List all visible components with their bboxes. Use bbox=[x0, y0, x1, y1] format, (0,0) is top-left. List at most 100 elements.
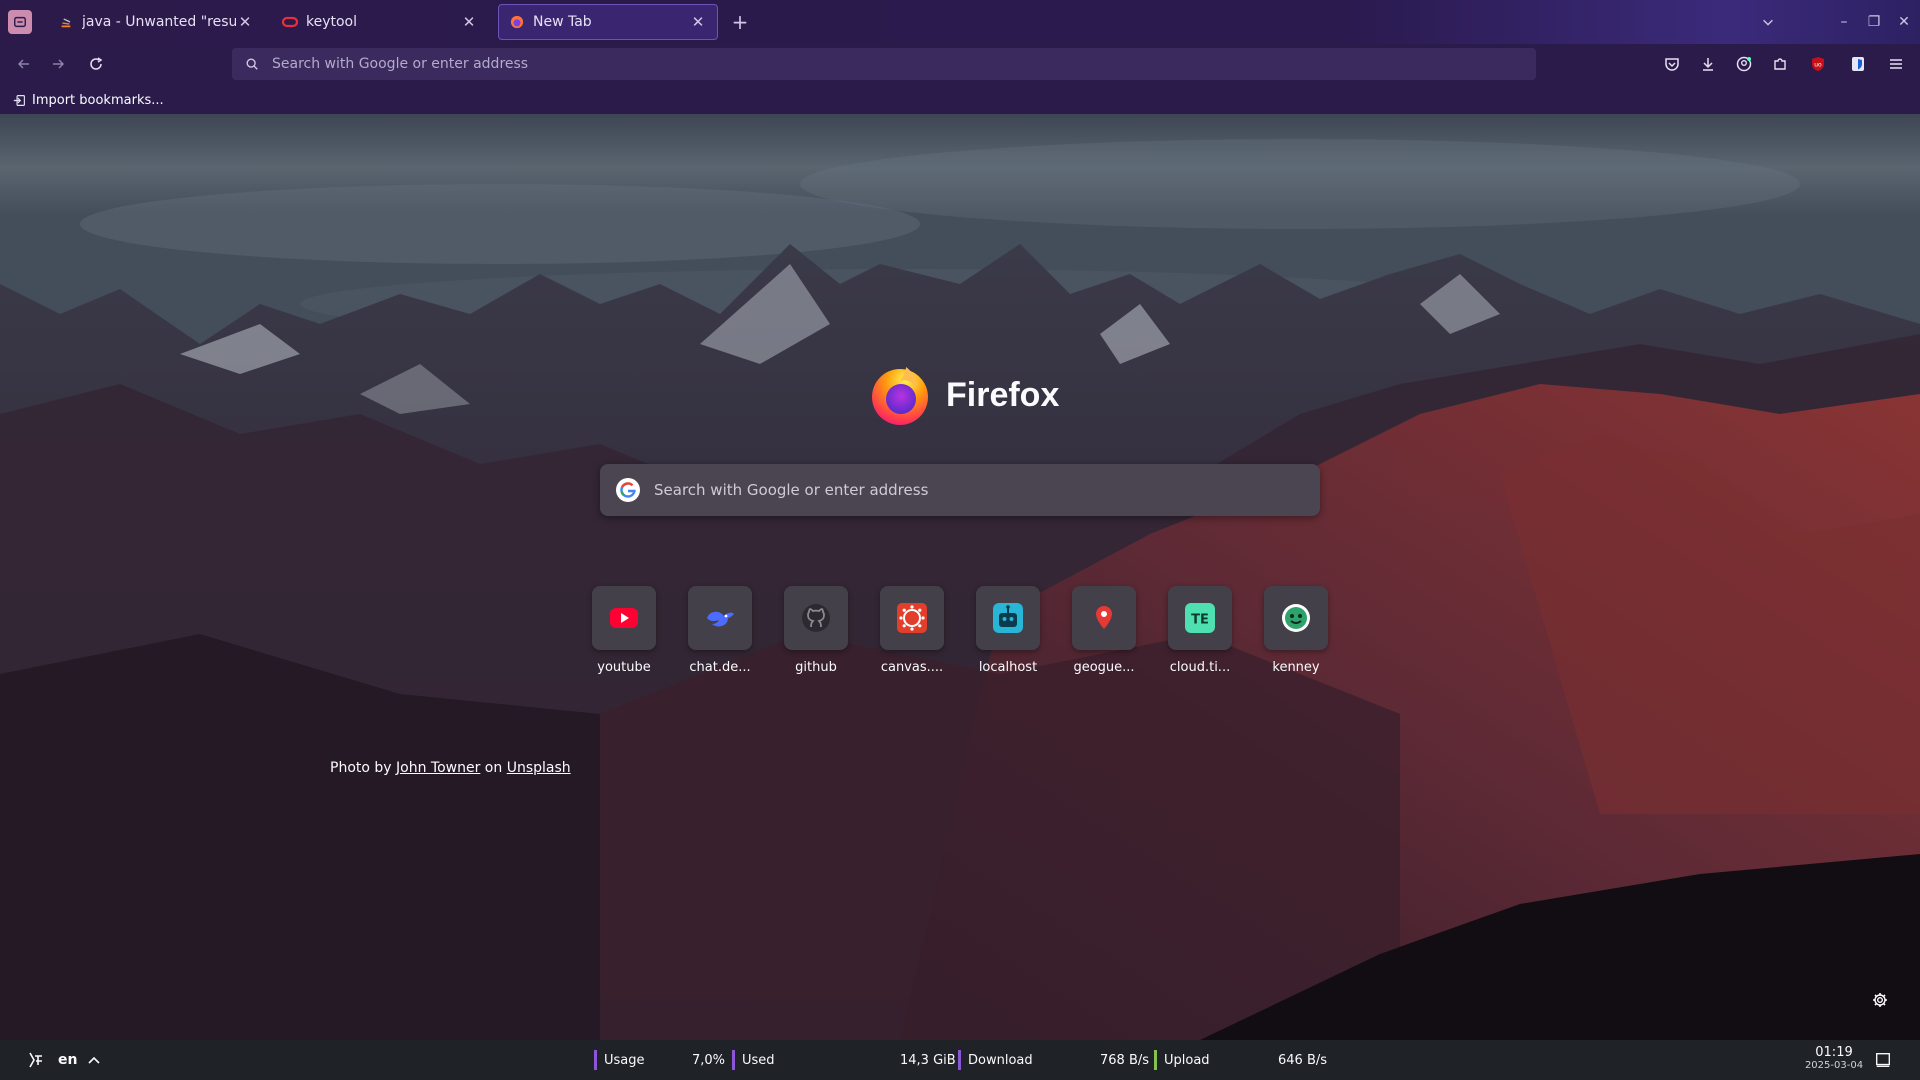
downloads-button[interactable] bbox=[1696, 52, 1720, 76]
ublock-button[interactable]: uo bbox=[1806, 52, 1830, 76]
personalize-button[interactable] bbox=[1868, 988, 1892, 1012]
newtab-search-box[interactable] bbox=[600, 464, 1320, 516]
used-label: Used bbox=[732, 1050, 775, 1070]
wallpaper-credit: Photo by John Towner on Unsplash bbox=[330, 760, 571, 776]
desktop-icon bbox=[1876, 1053, 1890, 1067]
te-icon: TE bbox=[1184, 602, 1216, 634]
memory-used-widget[interactable]: Used bbox=[732, 1040, 775, 1080]
stackoverflow-icon bbox=[58, 14, 74, 30]
upload-widget[interactable]: Upload bbox=[1154, 1040, 1210, 1080]
shortcut-label: geogue... bbox=[1073, 660, 1135, 675]
show-desktop-button[interactable] bbox=[1874, 1040, 1892, 1080]
credit-author-link[interactable]: John Towner bbox=[396, 760, 480, 776]
input-method-button[interactable] bbox=[26, 1040, 46, 1080]
used-value: 14,3 GiB bbox=[900, 1052, 956, 1068]
close-tab-icon[interactable]: ✕ bbox=[236, 13, 254, 31]
minimize-icon: – bbox=[1840, 14, 1848, 30]
close-window-button[interactable]: ✕ bbox=[1892, 10, 1916, 34]
firefox-view-button[interactable] bbox=[8, 10, 32, 34]
puzzle-icon bbox=[1774, 58, 1786, 70]
chevron-down-icon bbox=[1763, 19, 1773, 26]
shortcut-tile[interactable] bbox=[688, 586, 752, 650]
account-button[interactable] bbox=[1732, 52, 1756, 76]
github-icon bbox=[800, 602, 832, 634]
new-tab-button[interactable]: + bbox=[728, 10, 752, 34]
import-icon bbox=[12, 93, 26, 107]
tab-new-tab[interactable]: New Tab ✕ bbox=[498, 4, 718, 40]
keyboard-layout[interactable]: en bbox=[58, 1040, 77, 1080]
download-label: Download bbox=[958, 1050, 1033, 1070]
download-icon bbox=[1703, 58, 1713, 71]
reload-button[interactable] bbox=[84, 52, 108, 76]
restore-button[interactable]: ❐ bbox=[1862, 10, 1886, 34]
url-input[interactable] bbox=[272, 56, 1536, 72]
shortcut-chat-deepseek[interactable]: chat.de... bbox=[678, 586, 762, 675]
close-tab-icon[interactable]: ✕ bbox=[460, 13, 478, 31]
back-arrow-icon bbox=[17, 59, 29, 69]
app-menu-button[interactable] bbox=[1884, 52, 1908, 76]
clock-date: 2025-03-04 bbox=[1804, 1060, 1864, 1071]
download-value: 768 B/s bbox=[1100, 1052, 1150, 1068]
shortcut-tile[interactable]: TE bbox=[1168, 586, 1232, 650]
robot-icon bbox=[992, 602, 1024, 634]
shortcut-tile[interactable] bbox=[1264, 586, 1328, 650]
firefox-wordmark: Firefox bbox=[946, 375, 1060, 414]
shortcut-tile[interactable] bbox=[880, 586, 944, 650]
forward-button[interactable] bbox=[46, 52, 70, 76]
bookmarks-toolbar: Import bookmarks... bbox=[0, 84, 1920, 114]
back-button[interactable] bbox=[12, 52, 36, 76]
shortcut-canvas[interactable]: canvas.... bbox=[870, 586, 954, 675]
google-icon bbox=[616, 478, 640, 502]
credit-prefix: Photo by bbox=[330, 760, 392, 776]
close-tab-icon[interactable]: ✕ bbox=[689, 13, 707, 31]
youtube-icon bbox=[608, 602, 640, 634]
tab-title: java - Unwanted "result" V bbox=[82, 14, 236, 30]
url-bar[interactable] bbox=[232, 48, 1536, 80]
tab-keytool[interactable]: keytool ✕ bbox=[272, 4, 488, 40]
oracle-icon bbox=[282, 14, 298, 30]
upload-value: 646 B/s bbox=[1278, 1052, 1328, 1068]
download-widget[interactable]: Download bbox=[958, 1040, 1033, 1080]
tab-title: keytool bbox=[306, 14, 358, 30]
newtab-search-input[interactable] bbox=[654, 481, 1320, 499]
clock[interactable]: 01:19 2025-03-04 bbox=[1794, 1045, 1874, 1071]
canvas-icon bbox=[896, 602, 928, 634]
pocket-icon bbox=[1665, 58, 1679, 71]
search-icon bbox=[244, 56, 260, 72]
account-icon bbox=[1736, 56, 1752, 72]
minimize-button[interactable]: – bbox=[1832, 10, 1856, 34]
tray-expand-button[interactable] bbox=[86, 1040, 102, 1080]
list-all-tabs-button[interactable] bbox=[1756, 10, 1780, 34]
gear-icon bbox=[1873, 993, 1887, 1007]
shortcut-youtube[interactable]: youtube bbox=[582, 586, 666, 675]
shortcut-github[interactable]: github bbox=[774, 586, 858, 675]
shortcut-label: kenney bbox=[1272, 660, 1320, 675]
firefox-logo-icon bbox=[872, 367, 928, 425]
plus-icon: + bbox=[731, 10, 749, 34]
shortcut-cloud-tiktok-editor[interactable]: TE cloud.ti... bbox=[1158, 586, 1242, 675]
shortcut-tile[interactable] bbox=[1072, 586, 1136, 650]
shortcut-label: chat.de... bbox=[689, 660, 751, 675]
firefox-icon bbox=[509, 14, 525, 30]
shortcut-tile[interactable] bbox=[784, 586, 848, 650]
pocket-button[interactable] bbox=[1660, 52, 1684, 76]
hamburger-menu-icon bbox=[1890, 59, 1902, 69]
shortcut-localhost[interactable]: localhost bbox=[966, 586, 1050, 675]
cpu-usage-widget[interactable]: Usage bbox=[594, 1040, 645, 1080]
shortcut-geoguessr[interactable]: geogue... bbox=[1062, 586, 1146, 675]
bitwarden-button[interactable] bbox=[1846, 52, 1870, 76]
credit-site-link[interactable]: Unsplash bbox=[507, 760, 571, 776]
kenney-icon bbox=[1280, 602, 1312, 634]
shortcut-tile[interactable] bbox=[592, 586, 656, 650]
tab-strip: java - Unwanted "result" V ✕ keytool ✕ N… bbox=[0, 0, 1920, 44]
input-method-icon bbox=[29, 1052, 42, 1068]
shortcut-kenney[interactable]: kenney bbox=[1254, 586, 1338, 675]
extensions-button[interactable] bbox=[1768, 52, 1792, 76]
tab-java[interactable]: java - Unwanted "result" V ✕ bbox=[48, 4, 264, 40]
ublock-icon: uo bbox=[1812, 57, 1824, 71]
import-bookmarks-button[interactable]: Import bookmarks... bbox=[12, 90, 164, 110]
svg-text:uo: uo bbox=[1814, 62, 1822, 69]
system-taskbar: en Usage 7,0% Used 14,3 GiB Download 768… bbox=[0, 1040, 1920, 1080]
shortcut-label: canvas.... bbox=[880, 660, 944, 675]
shortcut-tile[interactable] bbox=[976, 586, 1040, 650]
